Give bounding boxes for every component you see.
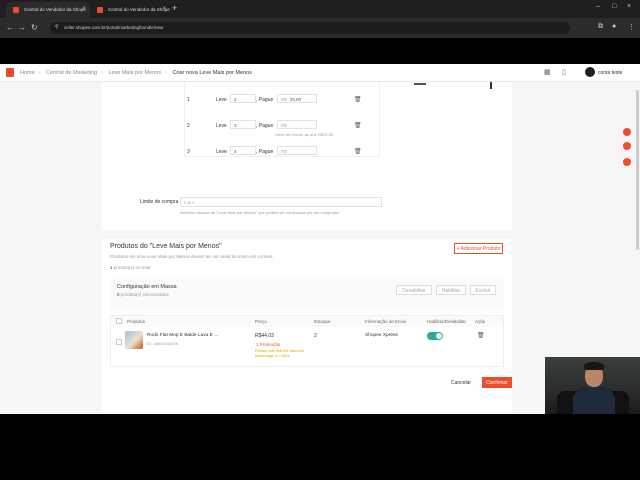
product-name[interactable]: Rodo Flat Mop E Balde Lava E ... bbox=[147, 333, 218, 338]
tier-leve-label: Leve bbox=[216, 97, 227, 103]
forward-icon[interactable]: → bbox=[18, 23, 26, 32]
close-tab-icon[interactable]: × bbox=[82, 6, 86, 12]
trash-icon[interactable]: 🗑 bbox=[354, 96, 362, 103]
address-bar: ← → ↻ ⚲ seller.shopee.com.br/portal/mark… bbox=[0, 18, 640, 38]
select-all-checkbox[interactable] bbox=[116, 318, 122, 324]
bulk-config: Configuração em Massa 0 produto(s) selec… bbox=[110, 279, 504, 309]
col-shipping: Informação de Envio bbox=[365, 319, 407, 324]
trash-icon[interactable]: 🗑 bbox=[477, 332, 485, 339]
bulk-selected-count: 0 produto(s) selecionados bbox=[117, 292, 169, 297]
seller-header: Home › Central de Marketing › Leve Mais po… bbox=[0, 64, 640, 82]
breadcrumb-marketing[interactable]: Central de Marketing bbox=[46, 70, 97, 76]
tier-price-input[interactable]: R$ bbox=[277, 146, 317, 155]
tier-number: 1 bbox=[187, 97, 190, 103]
back-icon[interactable]: ← bbox=[6, 23, 14, 32]
shipping-channel: Shopee Xpress bbox=[365, 333, 398, 338]
product-price: R$44,03 bbox=[255, 333, 274, 339]
url-text: seller.shopee.com.br/portal/marketing/bu… bbox=[64, 25, 164, 30]
products-total: 1 produto(s) no total bbox=[110, 265, 151, 270]
notification-icon[interactable] bbox=[623, 128, 631, 136]
tab-title: Central do Vendedor da Shope bbox=[108, 7, 170, 12]
trash-icon[interactable]: 🗑 bbox=[354, 122, 362, 129]
col-products: Produtos bbox=[127, 319, 146, 324]
profile-icon[interactable]: ● bbox=[612, 23, 616, 30]
apps-grid-icon[interactable]: ▦ bbox=[544, 68, 551, 76]
username[interactable]: conta teste bbox=[598, 70, 622, 76]
tier-leve-input[interactable]: 4 bbox=[230, 146, 256, 155]
discount-warning: Please note that the discount percentage… bbox=[255, 349, 304, 358]
enable-button[interactable]: Habilitar bbox=[436, 285, 466, 295]
tier-number: 3 bbox=[187, 149, 190, 155]
tier-number: 2 bbox=[187, 123, 190, 129]
products-section-description: Produtos em uma Leve Mais por Menos deve… bbox=[110, 254, 274, 259]
menu-icon[interactable]: ⋮ bbox=[628, 23, 635, 31]
url-field[interactable]: ⚲ seller.shopee.com.br/portal/marketing/… bbox=[50, 22, 570, 34]
tier-leve-input[interactable]: 3 bbox=[230, 120, 256, 129]
tier-pague-label: , Pague bbox=[256, 97, 274, 103]
extensions-icon[interactable]: ⧉ bbox=[598, 23, 603, 31]
breadcrumb: Home › Central de Marketing › Leve Mais po… bbox=[20, 70, 252, 76]
product-image bbox=[125, 331, 143, 349]
help-icon[interactable] bbox=[623, 158, 631, 166]
tier-price-input[interactable]: R$ 29,00 bbox=[277, 94, 317, 103]
col-price[interactable]: Preço bbox=[255, 319, 267, 324]
browser-tabbar: Central do Vendedor da Shope × Central d… bbox=[0, 0, 640, 18]
new-tab-icon[interactable]: + bbox=[172, 3, 177, 13]
purchase-limit-input[interactable]: Input bbox=[180, 197, 382, 207]
book-icon[interactable]: ▯ bbox=[562, 68, 566, 76]
disable-button[interactable]: Desabilitar bbox=[396, 285, 432, 295]
close-tab-icon[interactable]: × bbox=[162, 6, 166, 12]
page-content: Home › Central de Marketing › Leve Mais po… bbox=[0, 64, 640, 414]
table-header: Produtos Preço Estoque Informação de Env… bbox=[111, 316, 503, 327]
row-checkbox[interactable] bbox=[116, 339, 122, 345]
purchase-limit-label: Limite de compra bbox=[140, 199, 179, 205]
col-action: Ação bbox=[475, 319, 486, 324]
breadcrumb-bundle[interactable]: Leve Mais por Menos bbox=[108, 70, 161, 76]
preview-thumbnail bbox=[410, 82, 496, 92]
site-info-icon[interactable]: ⚲ bbox=[55, 24, 59, 30]
scrollbar[interactable] bbox=[636, 90, 639, 250]
tier-leve-label: Leve bbox=[216, 149, 227, 155]
enable-toggle[interactable] bbox=[427, 332, 443, 340]
tab-title: Central do Vendedor da Shope bbox=[24, 7, 86, 12]
col-stock[interactable]: Estoque bbox=[314, 319, 331, 324]
maximize-icon[interactable]: □ bbox=[612, 3, 616, 10]
close-window-icon[interactable]: × bbox=[627, 3, 631, 10]
breadcrumb-current: Criar nova Leve Mais por Menos bbox=[172, 70, 252, 76]
tier-price-input[interactable]: R$ bbox=[277, 120, 317, 129]
tier-leve-label: Leve bbox=[216, 123, 227, 129]
trash-icon[interactable]: 🗑 bbox=[354, 148, 362, 155]
webcam-overlay bbox=[545, 357, 640, 414]
reload-icon[interactable]: ↻ bbox=[31, 23, 38, 32]
avatar[interactable] bbox=[585, 67, 595, 77]
browser-tab[interactable]: Central do Vendedor da Shope × bbox=[90, 2, 170, 18]
shopee-favicon bbox=[13, 7, 19, 13]
col-toggle: Habilitar/Desabilitar bbox=[427, 319, 467, 324]
promo-badge[interactable]: 1 Promoção bbox=[256, 342, 280, 347]
products-table: Produtos Preço Estoque Informação de Env… bbox=[110, 315, 504, 367]
product-id: ID: 18444044478 bbox=[147, 341, 178, 346]
tier-leve-input[interactable]: 2 bbox=[230, 94, 256, 103]
shopee-logo-icon[interactable] bbox=[6, 68, 14, 77]
purchase-limit-hint: Número máximo de "Leve Mais por Menos" q… bbox=[180, 210, 340, 215]
tiers-card: 1 Leve 2 , Pague R$ 29,00 🗑 2 Leve 3 , Pa… bbox=[102, 82, 512, 230]
tier-pague-label: , Pague bbox=[256, 149, 274, 155]
tier-pague-label: , Pague bbox=[256, 123, 274, 129]
confirm-button[interactable]: Confirmar bbox=[482, 377, 512, 388]
tier-price-error: Deve ser menor do que R$29,00 bbox=[275, 132, 334, 137]
product-stock: 2 bbox=[314, 333, 317, 339]
breadcrumb-home[interactable]: Home bbox=[20, 70, 35, 76]
shopee-favicon bbox=[97, 7, 103, 13]
add-product-button[interactable]: + Adicionar Produto bbox=[454, 243, 503, 254]
products-section-title: Produtos do "Leve Mais por Menos" bbox=[110, 243, 222, 250]
cancel-button[interactable]: Cancelar bbox=[446, 377, 476, 388]
bulk-config-title: Configuração em Massa bbox=[117, 284, 177, 290]
delete-button[interactable]: Excluir bbox=[470, 285, 496, 295]
table-row: Rodo Flat Mop E Balde Lava E ... ID: 184… bbox=[111, 327, 503, 367]
browser-tab[interactable]: Central do Vendedor da Shope × bbox=[6, 2, 90, 18]
minimize-icon[interactable]: – bbox=[596, 3, 600, 10]
chat-icon[interactable] bbox=[623, 142, 631, 150]
